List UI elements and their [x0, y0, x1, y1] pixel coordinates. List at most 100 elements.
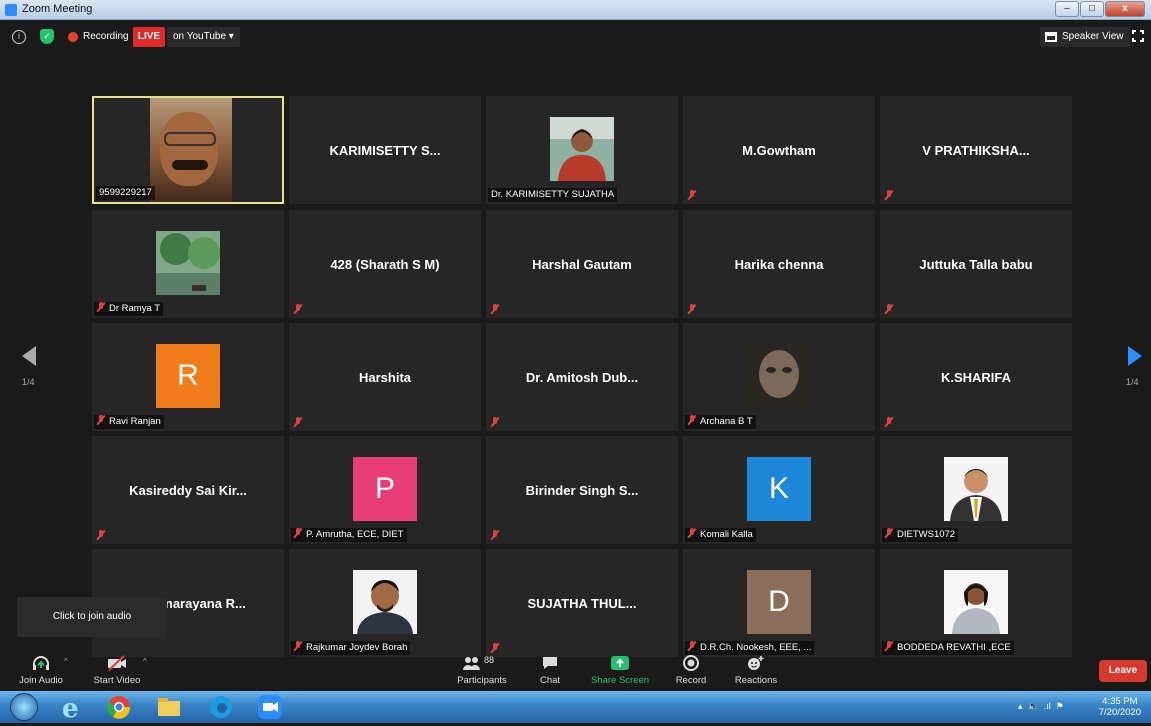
zoom-app-icon: [5, 4, 17, 16]
participant-tile[interactable]: Dr Ramya T: [92, 210, 284, 318]
participant-tile[interactable]: Archana B T: [683, 323, 875, 431]
start-video-label: Start Video: [93, 675, 141, 686]
video-off-icon: [108, 655, 126, 671]
participant-tile[interactable]: BODDEDA REVATHI ,ECE: [880, 549, 1072, 657]
participant-display-name: M.Gowtham: [742, 142, 816, 158]
participant-display-name: KARIMISETTY S...: [329, 142, 441, 158]
participant-tile[interactable]: Dr. KARIMISETTY SUJATHA: [486, 96, 678, 204]
participant-tile[interactable]: Rajkumar Joydev Borah: [289, 549, 481, 657]
record-button[interactable]: Record: [656, 649, 726, 686]
participant-tile[interactable]: P P. Amrutha, ECE, DIET: [289, 436, 481, 544]
audio-options-caret-icon[interactable]: ^: [64, 657, 68, 666]
system-tray-icons[interactable]: ▴ 🔈 .ıl ⚑: [1018, 701, 1064, 712]
participants-icon: 88: [462, 655, 502, 671]
participant-tile[interactable]: V PRATHIKSHA...: [880, 96, 1072, 204]
window-titlebar: Zoom Meeting – □ x: [0, 0, 1151, 20]
file-explorer-icon[interactable]: [154, 693, 196, 721]
participant-tile[interactable]: K.SHARIFA: [880, 323, 1072, 431]
participant-tile[interactable]: KARIMISETTY S...: [289, 96, 481, 204]
chat-button[interactable]: Chat: [515, 649, 585, 686]
participant-display-name: K.SHARIFA: [940, 369, 1012, 385]
muted-mic-icon: [97, 415, 105, 425]
muted-mic-icon: [491, 417, 499, 427]
participant-tile[interactable]: Harika chenna: [683, 210, 875, 318]
participant-display-name: Kasireddy Sai Kir...: [129, 482, 247, 498]
fullscreen-icon[interactable]: [1132, 30, 1144, 42]
muted-mic-icon: [688, 304, 696, 314]
speaker-view-icon: [1045, 32, 1057, 42]
internet-explorer-icon[interactable]: e: [56, 693, 98, 724]
participant-tile[interactable]: Harshal Gautam: [486, 210, 678, 318]
reactions-icon: [748, 656, 764, 670]
participants-count: 88: [484, 655, 495, 665]
participant-tile[interactable]: M.Gowtham: [683, 96, 875, 204]
muted-mic-icon: [688, 415, 696, 425]
previous-page-arrow-icon[interactable]: [22, 346, 36, 366]
windows-start-icon[interactable]: [10, 693, 38, 721]
window-controls: – □ x: [1054, 1, 1145, 17]
avatar-initial: K: [747, 457, 811, 521]
live-on-youtube-dropdown[interactable]: on YouTube ▾: [167, 27, 240, 47]
participant-display-name: SUJATHA THUL...: [527, 595, 637, 611]
participants-label: Participants: [457, 675, 507, 686]
participant-tile[interactable]: Dr. Amitosh Dub...: [486, 323, 678, 431]
participant-tile[interactable]: D D.R.Ch. Nookesh, EEE, ...: [683, 549, 875, 657]
live-badge: LIVE: [133, 27, 165, 47]
participant-name-tag: 9599229217: [96, 186, 155, 200]
info-icon[interactable]: i: [12, 30, 26, 44]
maximize-button[interactable]: □: [1080, 1, 1104, 17]
join-audio-button[interactable]: Join Audio: [6, 649, 76, 686]
chrome-icon[interactable]: [104, 693, 146, 721]
participant-name: Dr Ramya T: [109, 303, 161, 314]
next-page-arrow-icon[interactable]: [1128, 346, 1142, 366]
video-options-caret-icon[interactable]: ^: [143, 657, 147, 666]
shield-icon[interactable]: ✓: [40, 29, 54, 44]
participant-display-name: Harshita: [358, 369, 412, 385]
participant-display-name: V PRATHIKSHA...: [922, 142, 1030, 158]
participant-tile[interactable]: R Ravi Ranjan: [92, 323, 284, 431]
participant-tile[interactable]: Harshita: [289, 323, 481, 431]
participant-photo: [550, 117, 614, 181]
meeting-toolbar: Join Audio ^ Start Video ^ 88 Participan…: [0, 649, 1151, 691]
chat-label: Chat: [539, 675, 561, 686]
close-button[interactable]: x: [1105, 1, 1145, 17]
participant-photo: [944, 570, 1008, 634]
edge-icon[interactable]: [206, 693, 248, 721]
recording-label: Recording: [83, 31, 129, 42]
muted-mic-icon: [294, 528, 302, 538]
participant-tile[interactable]: 428 (Sharath S M): [289, 210, 481, 318]
participant-tile[interactable]: SUJATHA THUL...: [486, 549, 678, 657]
start-video-button[interactable]: Start Video: [82, 649, 152, 686]
windows-taskbar: e ▴ 🔈 .ıl ⚑ 4:35 PM 7/20/2020: [0, 691, 1151, 724]
avatar-initial: R: [156, 344, 220, 408]
participant-photo: [156, 231, 220, 295]
participant-name: Komali Kalla: [700, 529, 753, 540]
share-screen-icon: [611, 656, 629, 670]
leave-meeting-button[interactable]: Leave: [1099, 660, 1147, 682]
recording-dot-icon: [68, 32, 78, 42]
participant-tile[interactable]: DIETWS1072: [880, 436, 1072, 544]
muted-mic-icon: [491, 304, 499, 314]
reactions-button[interactable]: Reactions: [721, 649, 791, 686]
share-screen-button[interactable]: Share Screen: [585, 649, 655, 686]
record-icon: [683, 655, 699, 671]
participants-button[interactable]: 88 Participants: [447, 649, 517, 686]
zoom-meeting-window: i ✓ Recording LIVE on YouTube ▾ Speaker …: [0, 21, 1151, 691]
participant-tile[interactable]: Birinder Singh S...: [486, 436, 678, 544]
participant-display-name: Dr. Amitosh Dub...: [525, 369, 639, 385]
minimize-button[interactable]: –: [1055, 1, 1079, 17]
zoom-taskbar-icon[interactable]: [255, 693, 297, 721]
participant-tile[interactable]: 9599229217: [92, 96, 284, 204]
muted-mic-icon: [688, 528, 696, 538]
participant-tile[interactable]: K Komali Kalla: [683, 436, 875, 544]
participant-tile[interactable]: Juttuka Talla babu: [880, 210, 1072, 318]
participant-name: 9599229217: [99, 187, 152, 198]
svg-text:e: e: [62, 694, 79, 721]
system-clock[interactable]: 4:35 PM 7/20/2020: [1099, 696, 1141, 718]
clock-time: 4:35 PM: [1102, 696, 1138, 707]
participant-display-name: Birinder Singh S...: [525, 482, 639, 498]
window-title: Zoom Meeting: [22, 3, 93, 15]
speaker-view-button[interactable]: Speaker View: [1040, 27, 1130, 47]
join-audio-label: Join Audio: [19, 675, 63, 686]
participant-tile[interactable]: Kasireddy Sai Kir...: [92, 436, 284, 544]
